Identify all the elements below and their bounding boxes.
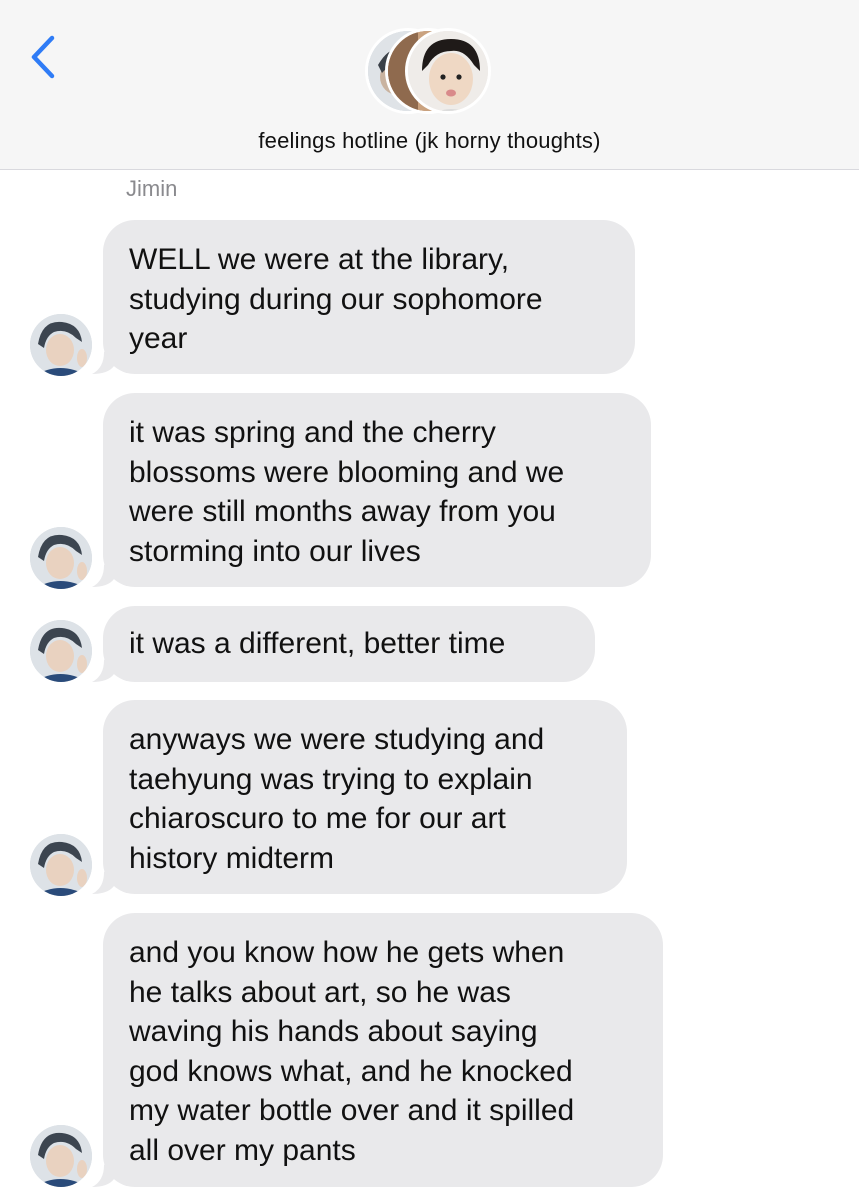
message-bubble[interactable]: anyways we were studying and taehyung wa… bbox=[103, 700, 627, 894]
group-title[interactable]: feelings hotline (jk horny thoughts) bbox=[0, 128, 859, 154]
bubble-tail bbox=[92, 652, 114, 682]
avatar[interactable] bbox=[30, 314, 92, 376]
message-bubble[interactable]: it was a different, better time bbox=[103, 606, 595, 682]
bubble-tail bbox=[92, 344, 114, 374]
message-bubble[interactable]: and you know how he gets when he talks a… bbox=[103, 913, 663, 1187]
message-row: anyways we were studying and taehyung wa… bbox=[0, 700, 859, 896]
message-row: it was spring and the cherry blossoms we… bbox=[0, 393, 859, 589]
message-row: WELL we were at the library, studying du… bbox=[0, 220, 859, 376]
avatar[interactable] bbox=[30, 527, 92, 589]
conversation-header: feelings hotline (jk horny thoughts) bbox=[0, 0, 859, 170]
bubble-tail bbox=[92, 864, 114, 894]
group-member-avatar bbox=[405, 28, 491, 114]
message-bubble[interactable]: WELL we were at the library, studying du… bbox=[103, 220, 635, 374]
message-row: it was a different, better time bbox=[0, 606, 859, 682]
chevron-left-icon[interactable] bbox=[26, 34, 62, 80]
message-row: and you know how he gets when he talks a… bbox=[0, 913, 859, 1187]
avatar[interactable] bbox=[30, 1125, 92, 1187]
group-avatars[interactable] bbox=[365, 28, 495, 116]
bubble-tail bbox=[92, 557, 114, 587]
bubble-tail bbox=[92, 1157, 114, 1187]
avatar[interactable] bbox=[30, 834, 92, 896]
avatar[interactable] bbox=[30, 620, 92, 682]
sender-name: Jimin bbox=[126, 176, 178, 201]
message-bubble[interactable]: it was spring and the cherry blossoms we… bbox=[103, 393, 651, 587]
